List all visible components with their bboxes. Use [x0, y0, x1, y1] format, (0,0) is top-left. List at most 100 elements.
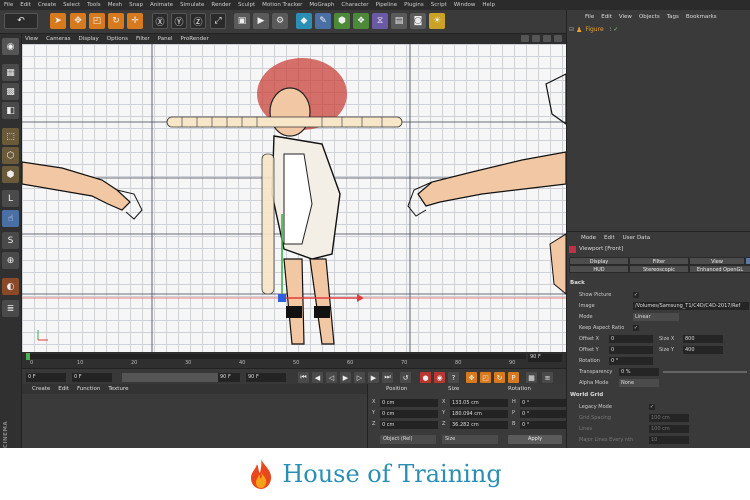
- coordinate-system-button[interactable]: ⤢: [210, 13, 226, 29]
- tab-hud[interactable]: HUD: [569, 265, 629, 273]
- grid-spacing-field[interactable]: 100 cm: [649, 414, 689, 422]
- mode-dropdown[interactable]: Linear: [633, 313, 679, 321]
- obj-menu-edit[interactable]: Edit: [601, 14, 612, 20]
- edges-mode-button[interactable]: ⬡: [2, 147, 19, 164]
- move-button[interactable]: ✥: [70, 13, 86, 29]
- range-end-field[interactable]: 90 F: [218, 373, 240, 382]
- go-to-end-button[interactable]: ⏭: [382, 372, 393, 383]
- render-settings-button[interactable]: ⚙: [272, 13, 288, 29]
- deformer-button[interactable]: ⧖: [372, 13, 388, 29]
- polygons-mode-button[interactable]: ⬢: [2, 166, 19, 183]
- light-button[interactable]: ☀: [429, 13, 445, 29]
- next-key-button[interactable]: ▶: [368, 372, 379, 383]
- vp-menu-view[interactable]: View: [25, 36, 38, 42]
- end-frame-field[interactable]: 90 F: [246, 373, 286, 382]
- menu-character[interactable]: Character: [341, 2, 368, 8]
- major-lines-field[interactable]: 10: [649, 436, 689, 444]
- viewport-front[interactable]: [22, 44, 566, 352]
- prev-key-button[interactable]: ◀: [312, 372, 323, 383]
- timeline-menu-button[interactable]: ≡: [542, 372, 553, 383]
- loop-button[interactable]: ↺: [400, 372, 411, 383]
- tab-view[interactable]: View: [689, 257, 745, 265]
- visibility-dots-icon[interactable]: ⁝: [610, 27, 612, 33]
- coordinate-mode-dropdown[interactable]: Object (Rel): [380, 435, 436, 444]
- recent-tool-button[interactable]: ✛: [127, 13, 143, 29]
- show-picture-checkbox[interactable]: ✓: [633, 292, 639, 298]
- menu-simulate[interactable]: Simulate: [180, 2, 204, 8]
- key-pla-button[interactable]: ▦: [526, 372, 537, 383]
- menu-pipeline[interactable]: Pipeline: [376, 2, 398, 8]
- tab-filter[interactable]: Filter: [629, 257, 689, 265]
- menu-help[interactable]: Help: [482, 2, 495, 8]
- pen-button[interactable]: ✎: [315, 13, 331, 29]
- size-y-field[interactable]: 180.094 cm: [450, 410, 508, 418]
- x-axis-button[interactable]: Ⓧ: [152, 13, 168, 29]
- transparency-field[interactable]: 0 %: [619, 368, 659, 376]
- obj-menu-objects[interactable]: Objects: [639, 14, 660, 20]
- menu-plugins[interactable]: Plugins: [404, 2, 424, 8]
- live-selection-button[interactable]: ➤: [50, 13, 66, 29]
- offset-y-field[interactable]: 0: [609, 346, 653, 354]
- menu-edit[interactable]: Edit: [20, 2, 31, 8]
- mat-menu-function[interactable]: Function: [77, 386, 100, 392]
- playhead[interactable]: [26, 353, 30, 360]
- obj-menu-bookmarks[interactable]: Bookmarks: [686, 14, 717, 20]
- rot-p-field[interactable]: 0 °: [520, 410, 566, 418]
- size-mode-dropdown[interactable]: Size: [442, 435, 498, 444]
- camera-button[interactable]: ◙: [410, 13, 426, 29]
- tab-display[interactable]: Display: [569, 257, 629, 265]
- start-frame-field[interactable]: 0 F: [72, 373, 112, 382]
- offset-x-field[interactable]: 0: [609, 335, 653, 343]
- menu-window[interactable]: Window: [454, 2, 476, 8]
- vp-menu-cameras[interactable]: Cameras: [46, 36, 70, 42]
- rotate-view-icon[interactable]: [543, 35, 551, 42]
- menu-animate[interactable]: Animate: [150, 2, 173, 8]
- vp-menu-prorender[interactable]: ProRender: [181, 36, 209, 42]
- toggle-view-icon[interactable]: [554, 35, 562, 42]
- material-manager[interactable]: Create Edit Function Texture: [22, 384, 368, 448]
- menu-snap[interactable]: Snap: [129, 2, 143, 8]
- rot-h-field[interactable]: 0 °: [520, 399, 566, 407]
- layers-button[interactable]: ≣: [2, 300, 19, 317]
- menu-script[interactable]: Script: [431, 2, 447, 8]
- key-position-button[interactable]: ✥: [466, 372, 477, 383]
- texture-mode-button[interactable]: ▩: [2, 83, 19, 100]
- points-mode-button[interactable]: ⬚: [2, 128, 19, 145]
- size-x-field[interactable]: 133.05 cm: [450, 399, 508, 407]
- menu-select[interactable]: Select: [63, 2, 80, 8]
- autokey-button[interactable]: ◉: [434, 372, 445, 383]
- obj-menu-view[interactable]: View: [619, 14, 632, 20]
- tab-stereoscopic[interactable]: Stereoscopic: [629, 265, 689, 273]
- enabled-check-icon[interactable]: ✓: [613, 26, 618, 33]
- tab-enhanced-opengl[interactable]: Enhanced OpenGL: [689, 265, 750, 273]
- axis-mode-button[interactable]: L: [2, 190, 19, 207]
- snap-button[interactable]: S: [2, 232, 19, 249]
- transparency-slider[interactable]: [663, 371, 747, 373]
- attr-menu-user-data[interactable]: User Data: [623, 235, 650, 241]
- undo-button[interactable]: ↶: [4, 13, 38, 29]
- cloner-button[interactable]: ❖: [353, 13, 369, 29]
- mat-menu-edit[interactable]: Edit: [58, 386, 69, 392]
- current-frame-field[interactable]: 0 F: [26, 373, 66, 382]
- cube-button[interactable]: ◆: [296, 13, 312, 29]
- z-axis-button[interactable]: Ⓩ: [190, 13, 206, 29]
- timeline-end-field[interactable]: 90 F: [528, 354, 562, 362]
- menu-motion-tracker[interactable]: Motion Tracker: [262, 2, 302, 8]
- vp-menu-panel[interactable]: Panel: [158, 36, 173, 42]
- solo-button[interactable]: ◐: [2, 278, 19, 295]
- menu-mograph[interactable]: MoGraph: [309, 2, 334, 8]
- prev-frame-button[interactable]: ◁: [326, 372, 337, 383]
- render-view-button[interactable]: ▣: [234, 13, 250, 29]
- timeline-ruler[interactable]: 0 10 20 30 40 50 60 70 80 90 90 F: [22, 352, 566, 368]
- menu-sculpt[interactable]: Sculpt: [238, 2, 255, 8]
- pan-icon[interactable]: [521, 35, 529, 42]
- menu-mesh[interactable]: Mesh: [108, 2, 122, 8]
- pos-x-field[interactable]: 0 cm: [380, 399, 438, 407]
- mat-menu-texture[interactable]: Texture: [108, 386, 128, 392]
- alpha-mode-dropdown[interactable]: None: [619, 379, 659, 387]
- expand-icon[interactable]: ⊟: [569, 26, 574, 33]
- y-axis-button[interactable]: Ⓨ: [171, 13, 187, 29]
- menu-tools[interactable]: Tools: [87, 2, 101, 8]
- key-rotation-button[interactable]: ↻: [494, 372, 505, 383]
- render-picture-viewer-button[interactable]: ▶: [253, 13, 269, 29]
